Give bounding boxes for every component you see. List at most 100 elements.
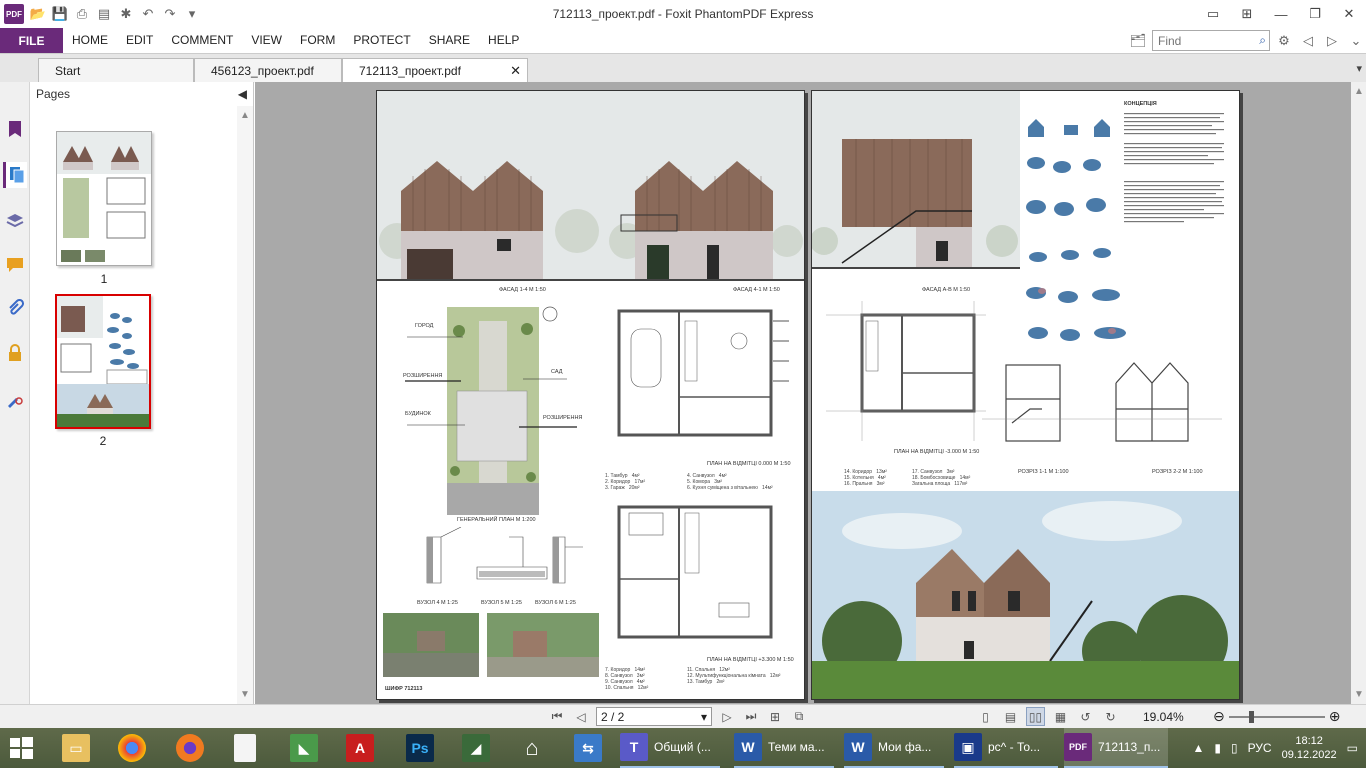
find-folder-icon[interactable]: 🗂 — [1128, 33, 1148, 49]
undo-icon[interactable]: ↶ — [140, 6, 156, 22]
pages-icon[interactable] — [3, 162, 27, 188]
thumbnail-1-preview — [57, 132, 151, 262]
taskbar-teams[interactable]: T Общий (... — [620, 728, 720, 768]
zoom-level[interactable]: 19.04% — [1143, 710, 1184, 724]
next-page-icon[interactable]: ▷ — [718, 710, 736, 724]
continuous-facing-view-icon[interactable]: ▦ — [1051, 707, 1070, 726]
document-scrollbar[interactable]: ▲ ▼ — [1351, 82, 1366, 704]
previous-page-icon[interactable]: ◁ — [572, 710, 590, 724]
print-icon[interactable]: ⎙ — [74, 6, 90, 22]
last-page-icon[interactable]: ⏭ — [742, 709, 760, 724]
new-icon[interactable]: ✱ — [118, 6, 134, 22]
gear-icon[interactable]: ⚙ — [1274, 33, 1294, 49]
notifications-icon[interactable]: ▭ — [1347, 741, 1358, 755]
language-indicator[interactable]: РУС — [1248, 741, 1272, 755]
detail-label-6: ВУЗОЛ 6 М 1:25 — [535, 600, 576, 606]
document-tabs: Start 456123_проект.pdf 712113_проект.pd… — [0, 53, 1366, 83]
close-button[interactable]: ✕ — [1332, 0, 1366, 28]
facing-view-icon[interactable]: ▯▯ — [1026, 707, 1045, 726]
scroll-up-icon[interactable]: ▲ — [240, 110, 250, 121]
signatures-icon[interactable] — [3, 386, 27, 412]
bookmarks-icon[interactable] — [3, 116, 27, 142]
taskbar-autocad[interactable]: A — [346, 728, 374, 768]
taskbar-chrome[interactable] — [118, 728, 146, 768]
clock-date: 09.12.2022 — [1281, 749, 1337, 761]
first-page-icon[interactable]: ⏮ — [548, 709, 566, 724]
page-thumbnail-1[interactable] — [56, 131, 152, 266]
ribbon-options-icon[interactable]: ⊞ — [1230, 0, 1264, 28]
document-viewer[interactable]: ФАСАД 1-4 М 1:50 ФАСАД 4-1 М 1:50 ГОРОД … — [255, 82, 1351, 704]
prev-result-icon[interactable]: ◁ — [1298, 33, 1318, 49]
doc-scroll-up-icon[interactable]: ▲ — [1354, 86, 1364, 97]
customize-toolbar-icon[interactable]: ▾ — [184, 6, 200, 22]
battery-icon[interactable]: ▯ — [1231, 741, 1238, 755]
doc-scroll-down-icon[interactable]: ▼ — [1354, 689, 1364, 700]
start-button[interactable] — [8, 728, 34, 768]
menu-help[interactable]: HELP — [479, 28, 528, 53]
close-tab-icon[interactable]: ✕ — [510, 59, 521, 83]
continuous-view-icon[interactable]: ▤ — [1001, 707, 1020, 726]
show-hidden-icons-icon[interactable]: ▲ — [1192, 741, 1204, 755]
taskbar-word-2[interactable]: W Мои фа... — [844, 728, 944, 768]
site-label-garden: САД — [551, 369, 563, 375]
taskbar-home[interactable]: ⌂ — [518, 728, 546, 768]
page-thumbnail-2[interactable] — [55, 294, 151, 429]
pages-panel-scrollbar[interactable]: ▲ ▼ — [237, 106, 253, 704]
menu-home[interactable]: HOME — [63, 28, 117, 53]
rotate-right-icon[interactable]: ↻ — [1101, 707, 1120, 726]
zoom-in-icon[interactable]: ⊕ — [1329, 708, 1341, 725]
collapse-panel-icon[interactable]: ◀ — [238, 82, 247, 106]
redo-icon[interactable]: ↷ — [162, 6, 178, 22]
menu-view[interactable]: VIEW — [242, 28, 291, 53]
chrome-icon — [118, 734, 146, 762]
clock[interactable]: 18:12 09.12.2022 — [1282, 734, 1337, 762]
taskbar-word-1[interactable]: W Теми ма... — [734, 728, 834, 768]
zoom-slider-handle[interactable] — [1248, 710, 1254, 723]
layers-icon[interactable] — [3, 208, 27, 234]
comments-icon[interactable] — [3, 252, 27, 278]
scroll-down-icon[interactable]: ▼ — [240, 689, 250, 700]
menu-protect[interactable]: PROTECT — [344, 28, 419, 53]
tab-712113[interactable]: 712113_проект.pdf ✕ — [342, 58, 528, 83]
menu-share[interactable]: SHARE — [420, 28, 479, 53]
menu-edit[interactable]: EDIT — [117, 28, 162, 53]
taskbar-blank-file[interactable] — [234, 728, 256, 768]
taskbar-firefox[interactable] — [176, 728, 204, 768]
tabs-scroll-icon[interactable]: ▾ — [1356, 62, 1362, 75]
expand-ribbon-icon[interactable]: ⌄ — [1346, 33, 1366, 49]
search-icon[interactable]: ⌕ — [1259, 33, 1266, 48]
zoom-out-icon[interactable]: ⊖ — [1213, 708, 1225, 725]
restore-ribbon-icon[interactable]: ▭ — [1196, 0, 1230, 28]
next-result-icon[interactable]: ▷ — [1322, 33, 1342, 49]
save-icon[interactable]: 💾 — [52, 6, 68, 22]
properties-icon[interactable]: ▤ — [96, 6, 112, 22]
security-lock-icon[interactable] — [3, 340, 27, 366]
taskbar-archicad[interactable]: ◢ — [462, 728, 490, 768]
tab-456123[interactable]: 456123_проект.pdf — [194, 58, 342, 83]
thumbnail-2-number: 2 — [99, 434, 107, 448]
thumbnail-2-preview — [57, 296, 149, 427]
single-page-view-icon[interactable]: ▯ — [976, 707, 995, 726]
page-selector[interactable]: 2 / 2 ▾ — [596, 707, 712, 726]
minimize-button[interactable]: — — [1264, 0, 1298, 28]
insert-page-icon[interactable]: ⊞ — [766, 710, 784, 724]
taskbar-foxit[interactable]: PDF 712113_п... — [1064, 728, 1168, 768]
taskbar-sketchup[interactable]: ◣ — [290, 728, 318, 768]
tab-start[interactable]: Start — [38, 58, 194, 83]
rotate-left-icon[interactable]: ↺ — [1076, 707, 1095, 726]
zoom-slider[interactable] — [1228, 710, 1325, 723]
taskbar-network[interactable]: ⇆ — [574, 728, 602, 768]
taskbar-total-commander[interactable]: ▣ рс^ - То... — [954, 728, 1058, 768]
taskbar-photoshop[interactable]: Ps — [406, 728, 434, 768]
menu-comment[interactable]: COMMENT — [162, 28, 242, 53]
archicad-icon: ◢ — [462, 734, 490, 762]
maximize-button[interactable]: ❐ — [1298, 0, 1332, 28]
network-status-icon[interactable]: ▮ — [1214, 741, 1221, 755]
attachments-icon[interactable] — [3, 296, 27, 322]
taskbar-explorer[interactable]: ▭ — [62, 728, 90, 768]
menu-form[interactable]: FORM — [291, 28, 344, 53]
find-input[interactable] — [1158, 33, 1248, 48]
extract-page-icon[interactable]: ⧉ — [790, 709, 808, 724]
file-menu-button[interactable]: FILE — [0, 28, 63, 53]
open-folder-icon[interactable]: 📂 — [30, 6, 46, 22]
